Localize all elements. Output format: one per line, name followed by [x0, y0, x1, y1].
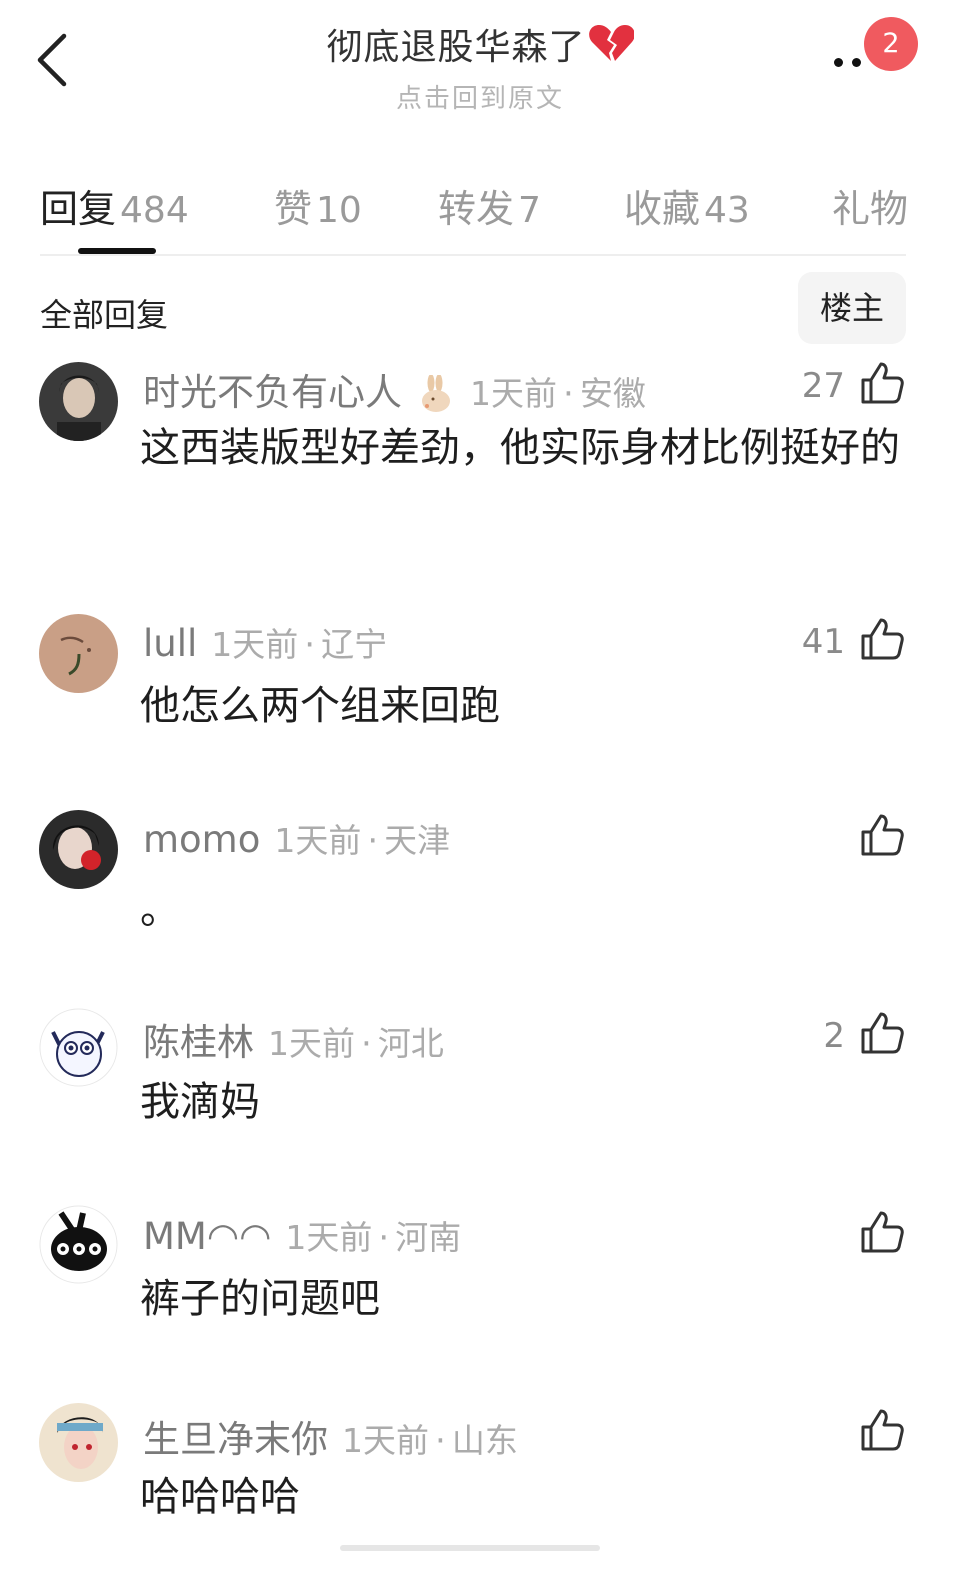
meta-separator: · — [367, 821, 379, 861]
comment-time: 1天前 — [274, 821, 362, 860]
post-title: 彻底退股华森了 — [200, 18, 760, 70]
avatar[interactable] — [39, 1008, 118, 1087]
meta-separator: · — [378, 1218, 390, 1258]
avatar-image — [39, 810, 118, 889]
tab-label: 赞 — [274, 187, 313, 231]
comment-meta: MM◠◠ 1天前 · 河南 — [143, 1211, 461, 1259]
comment-location: 安徽 — [579, 374, 646, 413]
tab-label: 收藏 — [624, 187, 701, 231]
tab-label: 礼物 — [832, 187, 909, 231]
more-options-button[interactable] — [830, 54, 870, 70]
top-bar: 彻底退股华森了 点击回到原文 2 — [0, 0, 960, 120]
username[interactable]: 时光不负有心人 — [143, 371, 402, 414]
username[interactable]: 生旦净末你 — [143, 1418, 328, 1461]
owner-filter-button[interactable]: 楼主 — [798, 272, 906, 344]
more-dot-icon — [834, 58, 843, 67]
more-dot-icon — [852, 58, 861, 67]
like-count: 41 — [801, 622, 845, 662]
tab-count: 43 — [704, 190, 750, 231]
tab-label: 回复 — [40, 187, 117, 231]
comment-location: 天津 — [384, 821, 451, 860]
avatar[interactable] — [39, 614, 118, 693]
thumbs-up-icon — [861, 1211, 904, 1253]
chevron-left-icon — [37, 33, 67, 87]
avatar-image — [39, 614, 118, 693]
all-replies-heading: 全部回复 — [40, 296, 169, 334]
meta-separator: · — [361, 1024, 372, 1064]
avatar[interactable] — [39, 810, 118, 889]
like-button[interactable]: 2 — [795, 1010, 905, 1060]
comment-time: 1天前 — [268, 1024, 355, 1063]
meta-separator: · — [435, 1421, 446, 1461]
thumbs-up-icon — [861, 618, 904, 660]
thumbs-up-icon — [861, 814, 904, 856]
tab-favorites[interactable]: 收藏 43 — [624, 178, 750, 233]
notification-badge[interactable]: 2 — [864, 17, 918, 71]
comment-text: 他怎么两个组来回跑 — [140, 683, 500, 729]
avatar[interactable] — [39, 1205, 118, 1284]
comments-page: 彻底退股华森了 点击回到原文 2 回复 484 赞 10 转发 7 收藏 43 礼物 — [0, 0, 960, 1594]
comment-meta: 时光不负有心人 1天前 · 安徽 — [143, 362, 646, 416]
like-count: 2 — [823, 1016, 845, 1056]
comment-text: 裤子的问题吧 — [140, 1276, 380, 1322]
comment-time: 1天前 — [211, 625, 299, 664]
thumbs-up-icon — [861, 1012, 904, 1054]
back-button[interactable] — [28, 28, 80, 92]
comment-text: 哈哈哈哈 — [140, 1474, 300, 1520]
comment-text: 。 — [140, 887, 180, 933]
tab-likes[interactable]: 赞 10 — [274, 178, 362, 233]
comment-location: 河南 — [395, 1218, 462, 1257]
like-button[interactable]: 41 — [795, 616, 905, 666]
avatar[interactable] — [39, 1403, 118, 1482]
tab-gifts[interactable]: 礼物 — [832, 178, 908, 233]
comment-location: 辽宁 — [321, 625, 388, 664]
avatar-image — [39, 362, 118, 441]
home-indicator — [340, 1545, 600, 1551]
like-button[interactable] — [795, 1209, 905, 1259]
comment-text: 我滴妈 — [140, 1079, 260, 1125]
like-count: 27 — [801, 366, 845, 406]
username[interactable]: 陈桂林 — [143, 1021, 254, 1064]
username[interactable]: momo — [143, 818, 260, 861]
rabbit-icon — [422, 375, 450, 412]
avatar-image — [39, 1205, 118, 1284]
avatar[interactable] — [39, 362, 118, 441]
comment-location: 山东 — [451, 1421, 518, 1460]
like-button[interactable] — [795, 812, 905, 862]
meta-separator: · — [304, 625, 316, 665]
comment-location: 河北 — [377, 1024, 444, 1063]
tab-count: 10 — [316, 190, 362, 231]
post-title-text: 彻底退股华森了 — [326, 27, 586, 68]
comment-meta: 生旦净末你 1天前 · 山东 — [143, 1409, 518, 1463]
active-tab-indicator — [78, 248, 156, 254]
comment-meta: lull 1天前 · 辽宁 — [143, 618, 387, 666]
title-area[interactable]: 彻底退股华森了 点击回到原文 — [200, 18, 760, 115]
comment-time: 1天前 — [470, 374, 557, 413]
avatar-image — [39, 1403, 118, 1482]
username[interactable]: lull — [143, 622, 197, 665]
broken-heart-icon — [588, 25, 634, 61]
username[interactable]: MM◠◠ — [143, 1215, 271, 1258]
back-to-original-link[interactable]: 点击回到原文 — [200, 78, 760, 115]
thumbs-up-icon — [861, 362, 904, 404]
like-button[interactable]: 27 — [795, 360, 905, 410]
comment-meta: 陈桂林 1天前 · 河北 — [143, 1012, 444, 1066]
comment-text: 这西装版型好差劲，他实际身材比例挺好的 — [140, 425, 900, 471]
tab-count: 484 — [120, 190, 189, 231]
avatar-image — [39, 1008, 118, 1087]
tab-reposts[interactable]: 转发 7 — [438, 178, 541, 233]
tab-count: 7 — [518, 190, 541, 231]
like-button[interactable] — [795, 1407, 905, 1457]
meta-separator: · — [563, 374, 574, 414]
tab-label: 转发 — [438, 187, 515, 231]
comment-time: 1天前 — [342, 1421, 429, 1460]
comment-time: 1天前 — [285, 1218, 373, 1257]
thumbs-up-icon — [861, 1409, 904, 1451]
tab-bar: 回复 484 赞 10 转发 7 收藏 43 礼物 — [40, 170, 908, 256]
comment-meta: momo 1天前 · 天津 — [143, 814, 450, 862]
tab-replies[interactable]: 回复 484 — [40, 178, 189, 233]
